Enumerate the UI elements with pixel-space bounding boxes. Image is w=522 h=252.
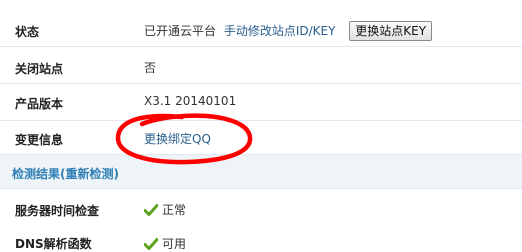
edit-site-id-key-link[interactable]: 手动修改站点ID/KEY (224, 24, 336, 38)
dns-status: 可用 (162, 237, 187, 251)
row-product-version: 产品版本 X3.1 20140101 (0, 84, 522, 121)
dns-check-value: 可用 (144, 235, 186, 252)
check-icon (144, 238, 158, 250)
row-status: 状态 已开通云平台 手动修改站点ID/KEY 更换站点KEY (0, 0, 522, 47)
close-site-value: 否 (144, 61, 157, 75)
row-change-info: 变更信息 更换绑定QQ (0, 121, 522, 155)
product-version-value: X3.1 20140101 (144, 94, 237, 108)
status-value-text: 已开通云平台 (144, 24, 217, 38)
change-info-label: 变更信息 (15, 133, 64, 147)
server-time-status: 正常 (162, 203, 187, 217)
change-site-key-button[interactable]: 更换站点KEY (349, 21, 433, 41)
product-version-label: 产品版本 (15, 97, 64, 111)
dns-check-label: DNS解析函数 (15, 237, 92, 251)
close-site-label: 关闭站点 (15, 62, 64, 76)
server-time-check-label: 服务器时间检查 (15, 204, 100, 218)
change-bound-qq-link[interactable]: 更换绑定QQ (144, 130, 211, 147)
status-value: 已开通云平台 手动修改站点ID/KEY 更换站点KEY (144, 21, 433, 41)
detection-results-title[interactable]: 检测结果(重新检测) (12, 165, 119, 182)
cloud-platform-settings-panel: 状态 已开通云平台 手动修改站点ID/KEY 更换站点KEY 关闭站点 否 产品… (0, 0, 522, 252)
detection-results-header: 检测结果(重新检测) (0, 155, 522, 189)
row-dns-check: DNS解析函数 可用 (0, 226, 522, 252)
row-server-time-check: 服务器时间检查 正常 (0, 189, 522, 226)
row-close-site: 关闭站点 否 (0, 47, 522, 84)
check-icon (144, 204, 158, 216)
server-time-check-value: 正常 (144, 201, 186, 218)
status-label: 状态 (15, 25, 40, 39)
